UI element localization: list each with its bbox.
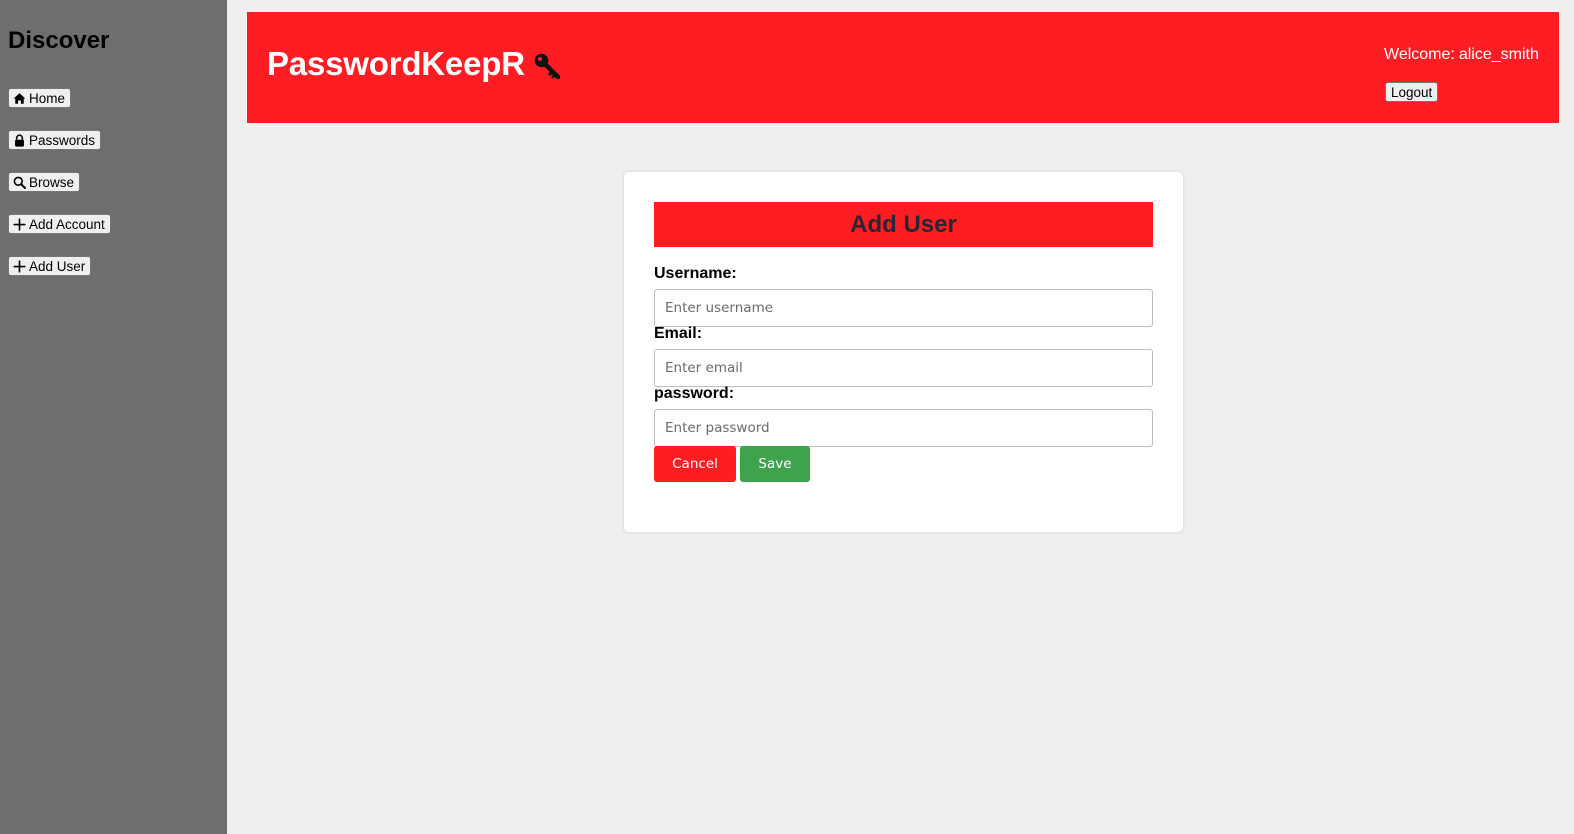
cancel-button[interactable]: Cancel	[654, 446, 736, 482]
email-input[interactable]	[654, 349, 1153, 387]
lock-icon	[13, 133, 26, 147]
welcome-text: Welcome: alice_smith	[1384, 46, 1539, 64]
sidebar-item-home[interactable]: Home	[8, 88, 72, 108]
logout-button[interactable]: Logout	[1385, 82, 1439, 102]
sidebar-item-add-account[interactable]: Add Account	[8, 214, 111, 234]
save-button[interactable]: Save	[740, 446, 810, 482]
password-label: password:	[654, 385, 735, 402]
sidebar-item-passwords[interactable]: Passwords	[8, 130, 102, 150]
email-label: Email:	[654, 325, 703, 342]
search-icon	[13, 176, 26, 189]
username-input[interactable]	[654, 289, 1153, 327]
sidebar-item-browse[interactable]: Browse	[8, 172, 81, 192]
sidebar-item-label: Passwords	[29, 132, 96, 148]
sidebar: Discover Home Passwords Browse Add Accou…	[0, 0, 227, 834]
brand-title: PasswordKeepR	[267, 45, 525, 82]
add-user-card: Add User Username: Email: password: Canc…	[624, 172, 1183, 532]
key-icon	[533, 48, 561, 80]
sidebar-item-label: Add Account	[29, 216, 105, 232]
password-input[interactable]	[654, 409, 1153, 447]
home-icon	[13, 92, 26, 105]
sidebar-item-label: Browse	[29, 174, 75, 190]
welcome-prefix: Welcome:	[1384, 46, 1455, 63]
brand: PasswordKeepR	[267, 45, 561, 83]
username-label: Username:	[654, 265, 737, 282]
sidebar-title: Discover	[8, 27, 110, 54]
sidebar-item-label: Home	[29, 90, 66, 106]
top-header: PasswordKeepR Welcome: alice_smith Logout	[247, 12, 1559, 123]
welcome-username: alice_smith	[1458, 46, 1539, 63]
plus-icon	[13, 259, 26, 273]
sidebar-item-add-user[interactable]: Add User	[8, 256, 92, 276]
form-title: Add User	[654, 202, 1153, 247]
plus-icon	[13, 217, 26, 231]
sidebar-item-label: Add User	[29, 258, 86, 274]
